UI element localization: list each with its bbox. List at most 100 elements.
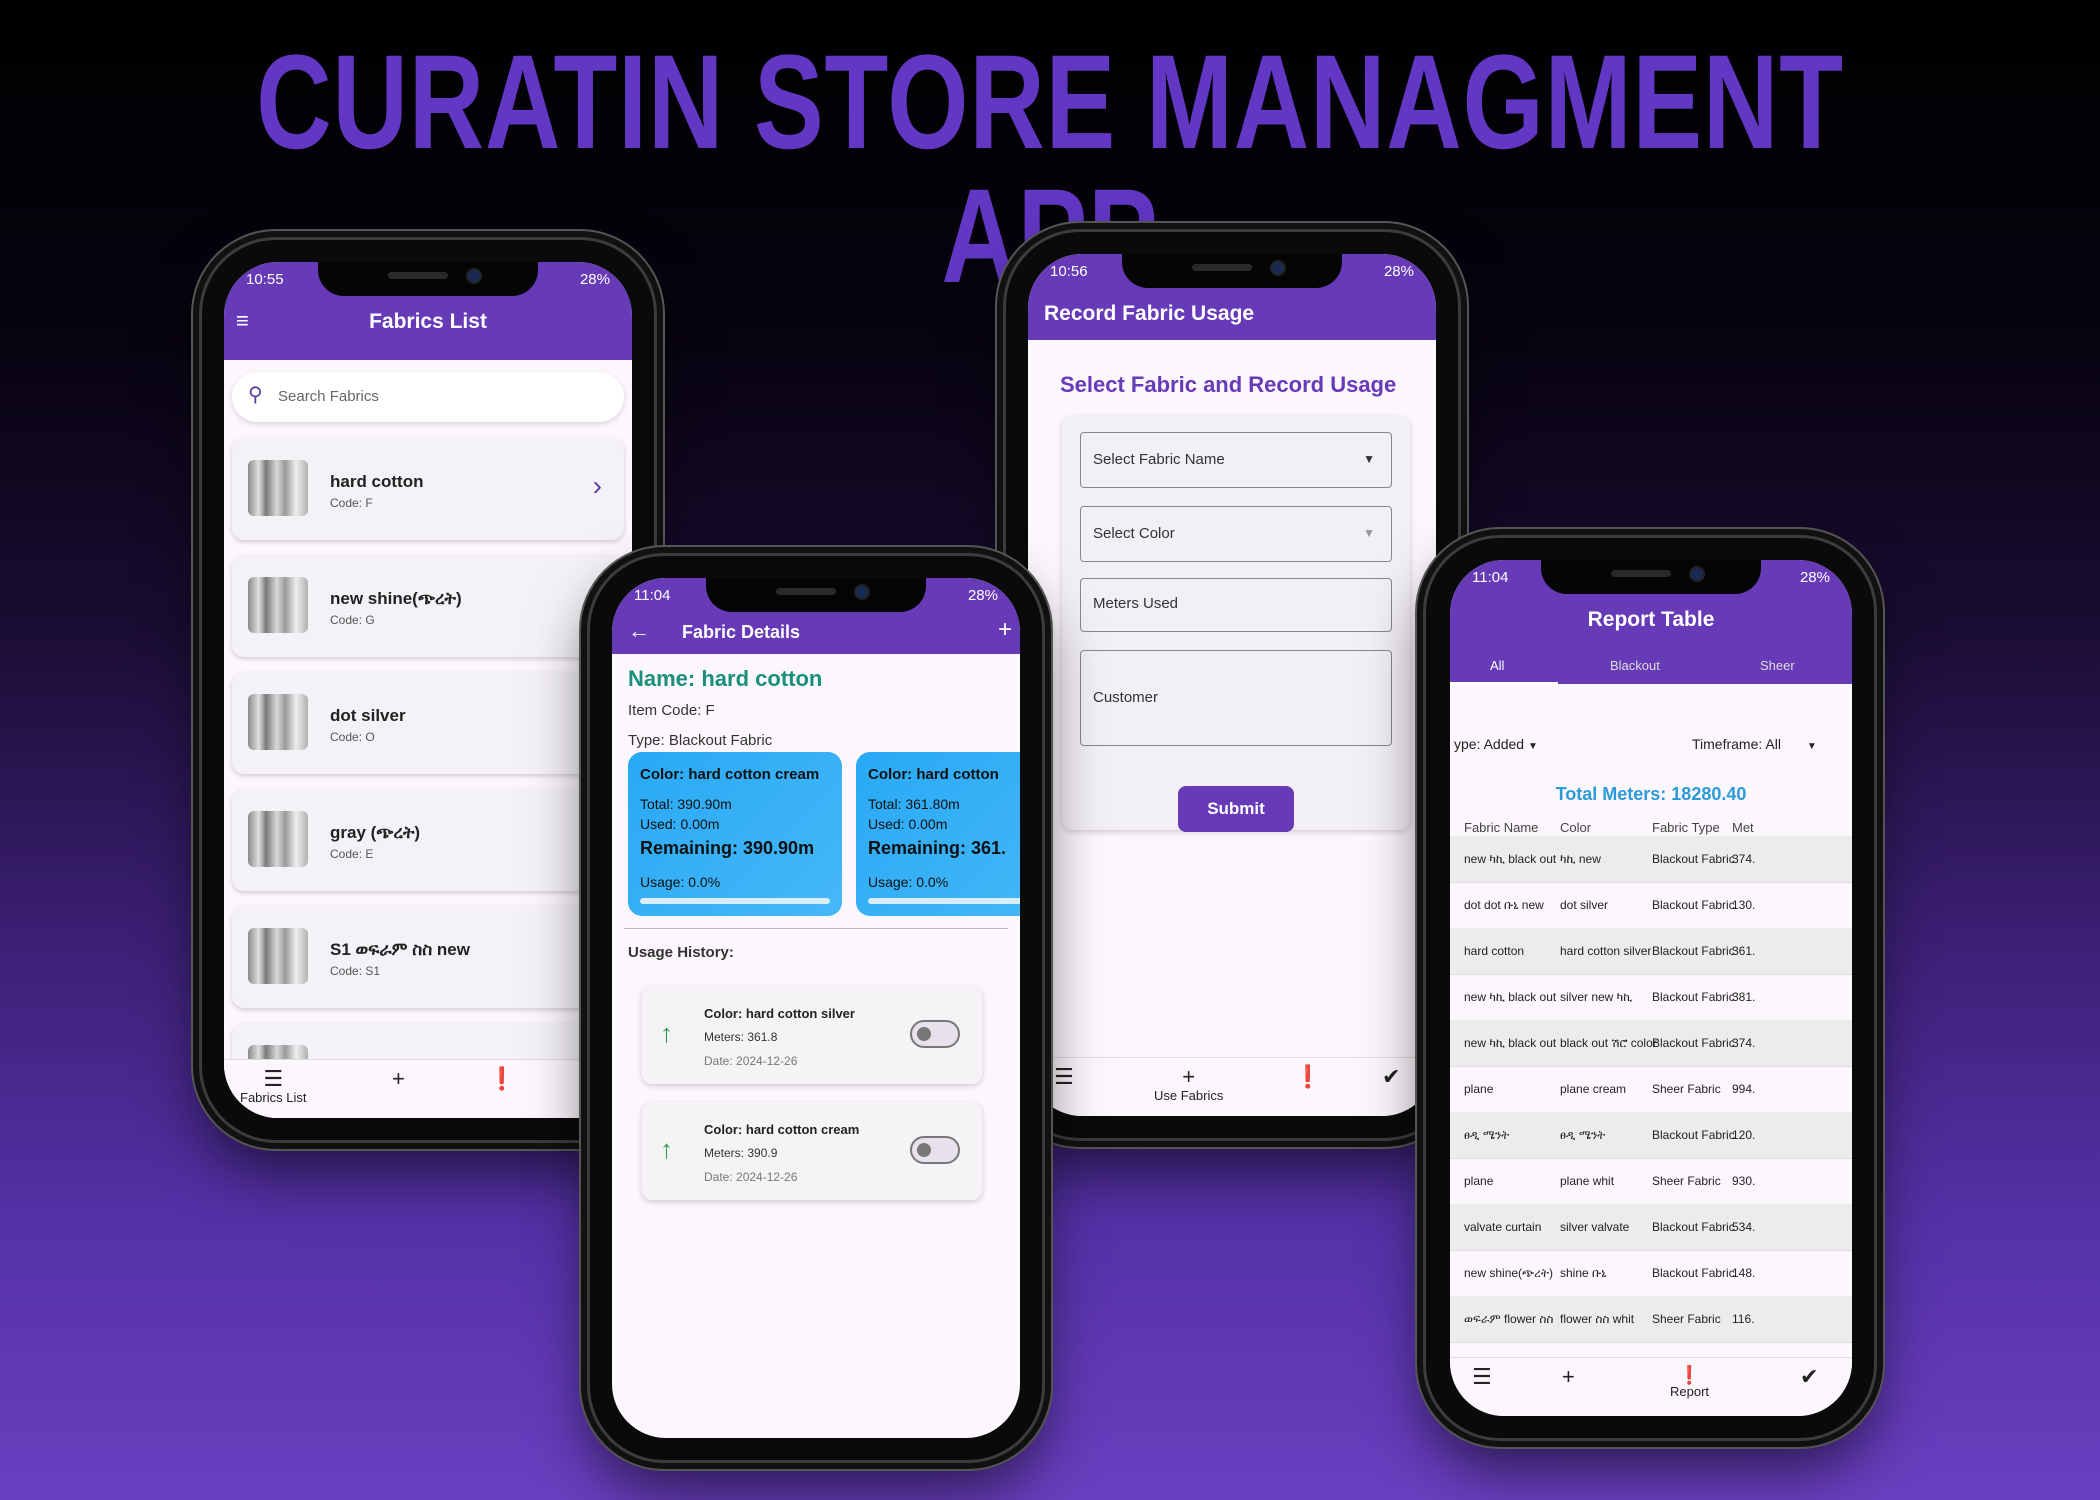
table-row[interactable]: ወፍራም flower ስስ flower ስስ whit Sheer Fabric… [1450,1296,1852,1343]
cell-color: shine ቡኒ [1560,1266,1607,1280]
dropdown-arrow-icon: ▼ [1527,741,1538,752]
nav-add[interactable]: + [392,1068,405,1090]
cell-meters: 381. [1732,990,1756,1004]
timeframe-filter[interactable]: Timeframe: All ▼ [1692,736,1817,752]
header-meters: Met [1732,820,1754,835]
plus-icon: + [1182,1064,1196,1089]
table-row[interactable]: new shine(ጭረት) shine ቡኒ Blackout Fabric 148… [1450,1250,1852,1297]
customer-input[interactable]: Customer [1080,650,1392,746]
plus-icon: + [1562,1364,1575,1389]
bottom-nav: ☰Fabrics List + ❗ ✔ [224,1059,632,1118]
search-input[interactable]: Search Fabrics [278,388,379,405]
fabric-type: Type: Blackout Fabric [628,732,773,749]
cell-fabric-type: Blackout Fabric [1652,990,1735,1004]
cell-meters: 148. [1732,1266,1756,1280]
status-battery: 28% [1799,569,1830,586]
search-field[interactable]: ⚲ Search Fabrics [232,372,624,422]
check-circle-icon: ✔ [1800,1364,1819,1389]
cell-color: dot silver [1560,898,1609,912]
page-title: Report Table [1587,608,1715,631]
cell-color: plane whit [1560,1174,1615,1188]
tab-all[interactable]: All [1490,658,1504,673]
nav-add[interactable]: + [1562,1366,1575,1388]
history-toggle[interactable] [910,1136,960,1164]
color-select[interactable]: Select Color ▼ [1080,506,1392,562]
fabric-list-item[interactable]: S1 ወፍራም ስስ new Code: S1 › [232,906,624,1008]
filter-tabs: All Blackout Sheer [1450,652,1852,685]
phone-record-usage: 10:56 28% Record Fabric Usage Select Fabr… [1006,232,1458,1138]
cell-fabric-type: Sheer Fabric [1652,1312,1721,1326]
status-time: 11:04 [634,587,671,604]
fabric-item-name: hard cotton [330,472,424,491]
notch [1122,254,1342,288]
history-meters: Meters: 390.9 [704,1146,778,1160]
submit-button[interactable]: Submit [1178,786,1294,832]
cell-fabric-name: new ካኪ black out [1464,990,1557,1004]
chevron-right-icon[interactable]: › [593,472,602,500]
fabric-thumbnail [248,928,308,984]
dropdown-arrow-icon: ▼ [1363,452,1375,466]
fabric-thumbnail [248,811,308,867]
fabric-list-item[interactable]: new shine(ጭረት) Code: G › [232,555,624,657]
cell-fabric-name: new shine(ጭረት) [1464,1266,1553,1280]
type-filter[interactable]: ype: Added ▼ [1454,736,1538,752]
plus-icon[interactable]: + [998,618,1012,642]
check-circle-icon: ✔ [1382,1064,1401,1089]
page-title: Record Fabric Usage [1044,302,1255,325]
field-label: Select Fabric Name [1093,451,1225,468]
fabric-list-item[interactable]: gray (ጭረት) Code: E › [232,789,624,891]
cell-color: plane cream [1560,1082,1627,1096]
nav-done[interactable]: ✔ [1800,1366,1818,1388]
alert-icon: ❗ [1294,1064,1322,1089]
cell-fabric-type: Blackout Fabric [1652,1266,1735,1280]
nav-report[interactable]: ❗ Report [1670,1366,1709,1399]
table-row[interactable]: plane plane whit Sheer Fabric 930. [1450,1158,1852,1205]
table-row[interactable]: new ካኪ black out ካኪ new Blackout Fabric 374… [1450,836,1852,883]
table-row[interactable]: hard cotton hard cotton silver Blackout Fa… [1450,928,1852,975]
divider [624,928,1008,929]
tab-blackout[interactable]: Blackout [1610,658,1660,673]
nav-fabrics-list[interactable]: ☰ [1472,1366,1492,1388]
nav-use-fabrics[interactable]: + Use Fabrics [1154,1064,1223,1104]
fabric-item-name: dot silver [330,706,406,725]
status-battery: 28% [579,271,610,288]
fabric-thumbnail [248,460,308,516]
color-usage: Usage: 0.0% [868,874,949,890]
tab-sheer[interactable]: Sheer [1760,658,1795,673]
total-meters: Total Meters: 18280.40 [1555,784,1747,804]
history-date: Date: 2024-12-26 [704,1054,798,1068]
cell-meters: 994. [1732,1082,1756,1096]
fabric-list-item[interactable]: dot silver Code: O › [232,672,624,774]
usage-history-item: ↑ Color: hard cotton cream Meters: 390.9… [642,1102,982,1200]
phone-fabrics-list: 10:55 28% ≡ Fabrics List ⚲ Search Fabrics… [202,240,654,1140]
table-row[interactable]: plane plane cream Sheer Fabric 994. [1450,1066,1852,1113]
color-usage: Usage: 0.0% [640,874,721,890]
fabric-item-name: gray (ጭረት) [330,823,421,842]
nav-fabrics-list[interactable]: ☰ [1054,1066,1074,1088]
nav-fabrics-list[interactable]: ☰ Fabrics List [240,1068,306,1106]
table-row[interactable]: new ካኪ black out silver new ካኪ Blackout Fa… [1450,974,1852,1021]
color-header: Color: hard cotton [868,766,999,783]
cell-color: ፀዲ ሜንት [1560,1128,1606,1142]
history-toggle[interactable] [910,1020,960,1048]
arrow-up-icon: ↑ [660,1134,673,1164]
table-row[interactable]: new ካኪ black out black out ሽሮ color Blacko… [1450,1020,1852,1067]
table-row[interactable]: ፀዲ ሜንት ፀዲ ሜንት Blackout Fabric 120. [1450,1112,1852,1159]
dropdown-arrow-icon: ▼ [1806,741,1817,752]
nav-report[interactable]: ❗ [1294,1066,1321,1088]
table-row[interactable]: valvate curtain silver valvate Blackout Fa… [1450,1204,1852,1251]
table-row[interactable]: dot dot ቡኒ new dot silver Blackout Fabric 1… [1450,882,1852,929]
nav-report[interactable]: ❗ [488,1068,515,1090]
color-stock-card[interactable]: Color: hard cotton Total: 361.80m Used: … [856,752,1020,916]
color-stock-card[interactable]: Color: hard cotton cream Total: 390.90m … [628,752,842,916]
meters-used-input[interactable]: Meters Used [1080,578,1392,632]
fabric-name-select[interactable]: Select Fabric Name ▼ [1080,432,1392,488]
back-arrow-icon[interactable]: ← [628,620,650,642]
nav-done[interactable]: ✔ [1382,1066,1400,1088]
color-used: Used: 0.00m [640,816,720,832]
cell-color: silver valvate [1560,1220,1630,1234]
bottom-nav: ☰ + ❗ Report ✔ [1450,1357,1852,1416]
status-time: 11:04 [1472,569,1509,586]
field-label: Meters Used [1093,595,1179,612]
fabric-list-item[interactable]: hard cotton Code: F › [232,438,624,540]
